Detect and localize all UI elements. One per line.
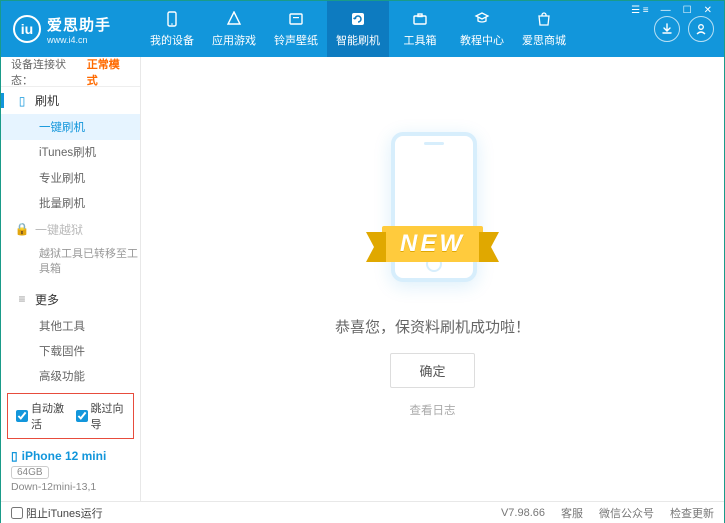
section-more[interactable]: ≡ 更多	[1, 286, 140, 313]
device-storage: 64GB	[11, 466, 49, 479]
sidebar-item-othertools[interactable]: 其他工具	[1, 313, 140, 338]
tutorial-icon	[473, 10, 491, 28]
logo-icon: iu	[13, 15, 41, 43]
sidebar-item-pro[interactable]: 专业刷机	[1, 165, 140, 190]
block-itunes-checkbox[interactable]: 阻止iTunes运行	[11, 505, 103, 521]
download-button[interactable]	[654, 16, 680, 42]
nav-my-device[interactable]: 我的设备	[141, 1, 203, 57]
sidebar-item-advanced[interactable]: 高级功能	[1, 364, 140, 389]
section-jailbreak: 🔒 一键越狱	[1, 216, 140, 243]
ok-button[interactable]: 确定	[390, 353, 474, 388]
wechat-link[interactable]: 微信公众号	[599, 505, 654, 521]
support-link[interactable]: 客服	[561, 505, 583, 521]
header: iu 爱思助手 www.i4.cn 我的设备 应用游戏 铃声壁纸 智能刷机 工具…	[1, 1, 724, 57]
phone-icon: ▯	[15, 94, 29, 108]
version-label: V7.98.66	[501, 507, 545, 519]
logo-subtitle: www.i4.cn	[47, 35, 111, 45]
top-nav: 我的设备 应用游戏 铃声壁纸 智能刷机 工具箱 教程中心 爱思商城	[141, 1, 654, 57]
illustration: NEW	[313, 120, 553, 300]
sidebar-item-oneclick[interactable]: 一键刷机	[1, 114, 140, 139]
sidebar: 设备连接状态： 正常模式 ▯ 刷机 一键刷机 iTunes刷机 专业刷机 批量刷…	[1, 57, 141, 501]
device-block[interactable]: ▯ iPhone 12 mini 64GB Down-12mini-13,1	[1, 443, 140, 501]
skip-guide-checkbox[interactable]: 跳过向导	[76, 400, 126, 432]
device-name: ▯ iPhone 12 mini	[11, 449, 130, 463]
nav-tutorials[interactable]: 教程中心	[451, 1, 513, 57]
minimize-button[interactable]: —	[657, 5, 675, 16]
wallpaper-icon	[287, 10, 305, 28]
sidebar-item-batch[interactable]: 批量刷机	[1, 190, 140, 215]
section-flash[interactable]: ▯ 刷机	[1, 87, 140, 114]
sidebar-item-itunes[interactable]: iTunes刷机	[1, 140, 140, 165]
header-right	[654, 16, 724, 42]
main-content: NEW 恭喜您，保资料刷机成功啦！ 确定 查看日志	[141, 57, 724, 501]
user-button[interactable]	[688, 16, 714, 42]
nav-flash[interactable]: 智能刷机	[327, 1, 389, 57]
sidebar-item-firmware[interactable]: 下载固件	[1, 338, 140, 363]
nav-store[interactable]: 爱思商城	[513, 1, 575, 57]
nav-apps[interactable]: 应用游戏	[203, 1, 265, 57]
ribbon-text: NEW	[382, 226, 483, 262]
close-button[interactable]: ✕	[700, 5, 716, 16]
update-link[interactable]: 检查更新	[670, 505, 714, 521]
view-log-link[interactable]: 查看日志	[410, 402, 456, 418]
device-icon	[163, 10, 181, 28]
connection-status: 设备连接状态： 正常模式	[1, 57, 140, 87]
toolbox-icon	[411, 10, 429, 28]
status-value: 正常模式	[87, 56, 130, 88]
logo: iu 爱思助手 www.i4.cn	[1, 14, 141, 45]
window-controls: ☰ ≡ — ☐ ✕	[627, 5, 716, 16]
auto-activate-checkbox[interactable]: 自动激活	[16, 400, 66, 432]
status-bar: 阻止iTunes运行 V7.98.66 客服 微信公众号 检查更新	[1, 501, 724, 523]
success-message: 恭喜您，保资料刷机成功啦！	[335, 316, 530, 337]
flash-icon	[349, 10, 367, 28]
device-phone-icon: ▯	[11, 449, 18, 463]
more-icon: ≡	[15, 292, 29, 306]
ribbon: NEW	[313, 222, 553, 266]
store-icon	[535, 10, 553, 28]
lock-icon: 🔒	[15, 222, 29, 236]
wc-1[interactable]: ☰ ≡	[627, 5, 653, 16]
nav-toolbox[interactable]: 工具箱	[389, 1, 451, 57]
options-box: 自动激活 跳过向导	[7, 393, 134, 439]
maximize-button[interactable]: ☐	[679, 5, 696, 16]
apps-icon	[225, 10, 243, 28]
logo-title: 爱思助手	[47, 14, 111, 35]
jailbreak-note: 越狱工具已转移至工具箱	[1, 243, 140, 286]
nav-ringtones[interactable]: 铃声壁纸	[265, 1, 327, 57]
device-detail: Down-12mini-13,1	[11, 481, 130, 493]
